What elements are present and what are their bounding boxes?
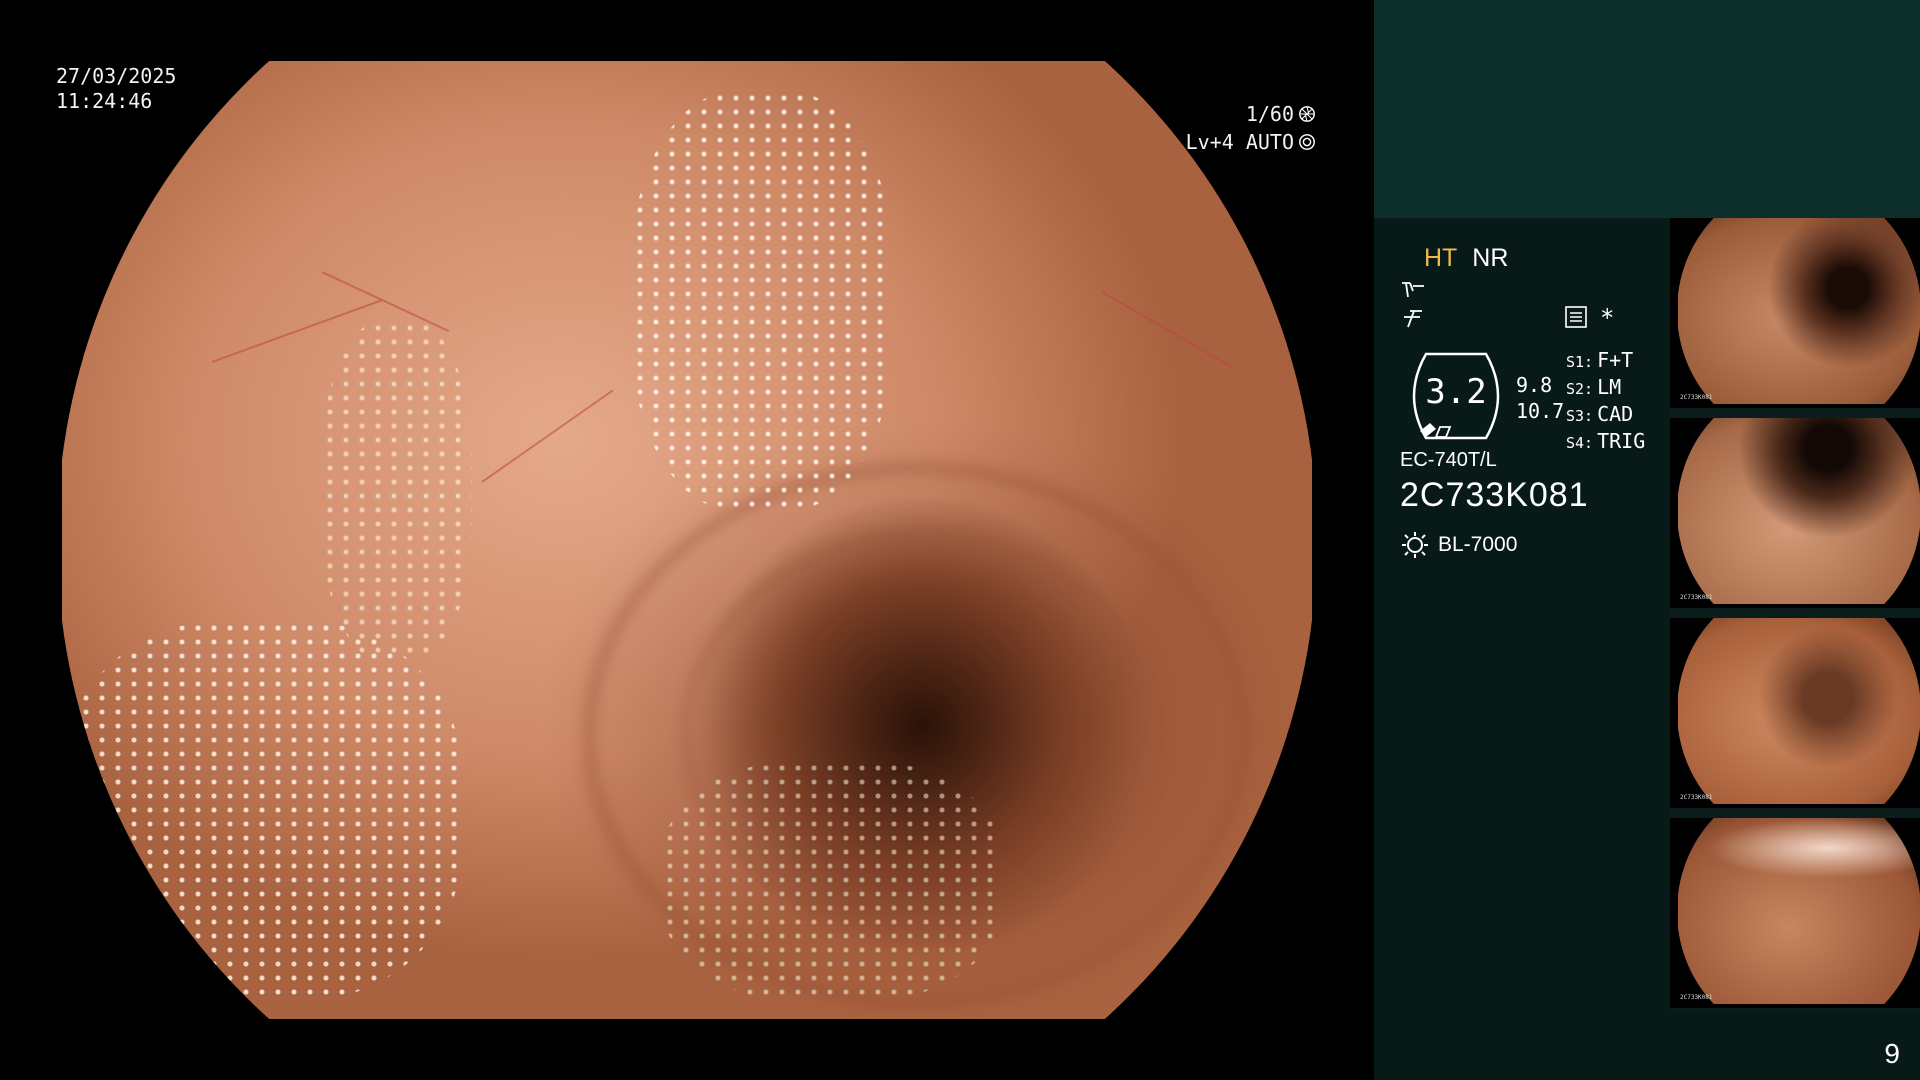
thumbnail-image bbox=[1678, 418, 1920, 604]
exposure-readout: 1/60 Lv+4 AUTO bbox=[1186, 100, 1316, 156]
scope-serial: 2C733K081 bbox=[1400, 476, 1589, 514]
panel-header-area bbox=[1374, 0, 1920, 218]
thumbnail-serial: 2C733K081 bbox=[1680, 794, 1713, 801]
gauge-secondary-values: 9.8 10.7 bbox=[1516, 372, 1564, 424]
date-text: 27/03/2025 bbox=[56, 64, 177, 88]
level-text: Lv+4 AUTO bbox=[1185, 130, 1294, 154]
frequency-icon bbox=[1404, 310, 1422, 328]
capture-settings-icon bbox=[1565, 306, 1587, 328]
light-source: BL-7000 bbox=[1400, 530, 1517, 560]
gauge-sub-value-2: 10.7 bbox=[1516, 399, 1565, 423]
bubble-cluster bbox=[662, 761, 1002, 1001]
date-time-readout: 27/03/2025 11:24:46 bbox=[56, 64, 176, 114]
capture-thumbnail[interactable]: 2C733K081 bbox=[1670, 418, 1920, 608]
bubble-cluster bbox=[62, 621, 462, 1001]
star-icon: * bbox=[1600, 304, 1615, 332]
bubble-cluster bbox=[322, 321, 472, 661]
scope-model: EC-740T/L bbox=[1400, 449, 1497, 471]
switch-setting-row: S3: CAD bbox=[1566, 402, 1634, 426]
capture-thumbnail[interactable]: 2C733K081 bbox=[1670, 218, 1920, 408]
switch-setting-row: S1: F+T bbox=[1566, 348, 1634, 372]
blood-vessel bbox=[1101, 291, 1233, 368]
blood-vessel bbox=[481, 389, 614, 483]
endoscopy-main-view bbox=[62, 61, 1312, 1019]
capture-thumbnail-strip: 2C733K081 2C733K081 2C733K081 2C733K081 bbox=[1670, 218, 1920, 1013]
thumbnail-serial: 2C733K081 bbox=[1680, 994, 1713, 1001]
processing-mode: HT NR bbox=[1424, 244, 1508, 273]
gauge-value: 3.2 bbox=[1425, 372, 1487, 412]
light-source-label: BL-7000 bbox=[1438, 533, 1518, 556]
page-number: 9 bbox=[1884, 1038, 1900, 1069]
mode-ht-label: HT bbox=[1424, 244, 1458, 272]
thumbnail-image bbox=[1678, 618, 1920, 804]
light-bulb-icon bbox=[1402, 532, 1428, 558]
capture-thumbnail[interactable]: 2C733K081 bbox=[1670, 818, 1920, 1008]
thumbnail-image bbox=[1678, 818, 1920, 1004]
shutter-text: 1/60 bbox=[1245, 102, 1294, 126]
shutter-icon bbox=[1299, 106, 1315, 122]
enhancement-curve-icon bbox=[1402, 282, 1424, 298]
capture-thumbnail[interactable]: 2C733K081 bbox=[1670, 618, 1920, 808]
switch-setting-row: S2: LM bbox=[1566, 375, 1622, 399]
thumbnail-serial: 2C733K081 bbox=[1680, 394, 1713, 401]
thumbnail-serial: 2C733K081 bbox=[1680, 594, 1713, 601]
iris-icon bbox=[1299, 134, 1315, 150]
bubble-cluster bbox=[632, 91, 892, 511]
time-text: 11:24:46 bbox=[56, 89, 153, 113]
switch-setting-row: S4: TRIG bbox=[1566, 429, 1646, 453]
mode-nr-label: NR bbox=[1472, 244, 1509, 272]
thumbnail-image bbox=[1678, 218, 1920, 404]
switch-settings-list: S1: F+T S2: LM S3: CAD S4: TRIG bbox=[1566, 348, 1645, 456]
gauge-sub-value-1: 9.8 bbox=[1516, 373, 1553, 397]
